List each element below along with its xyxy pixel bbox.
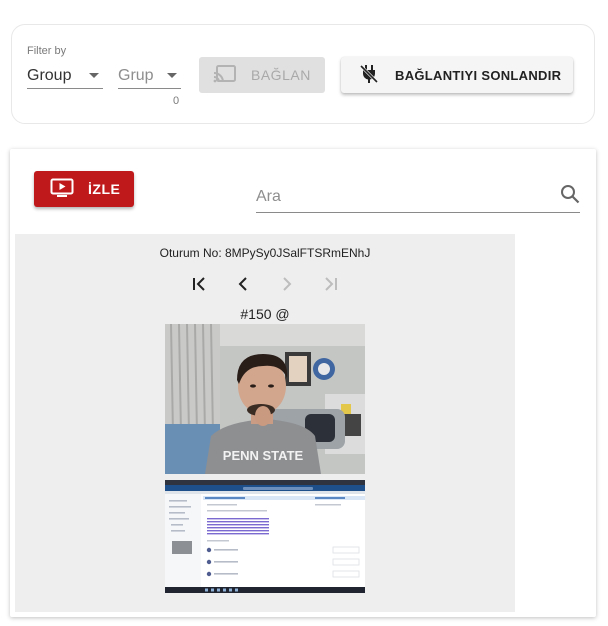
group-select[interactable]: Group [27, 63, 103, 89]
search-box [256, 181, 580, 213]
session-id: Oturum No: 8MPySy0JSalFTSRmENhJ [159, 246, 371, 260]
watch-button-label: İZLE [88, 181, 121, 197]
first-page-icon[interactable] [187, 272, 211, 296]
grup-select[interactable]: Grup [118, 63, 181, 89]
disconnect-button-label: BAĞLANTIYI SONLANDIR [395, 67, 562, 83]
group-select-value: Group [27, 66, 72, 84]
filter-card: Filter by Group Grup 0 BAĞLAN BAĞLANTIYI… [11, 24, 595, 124]
session-viewer: Oturum No: 8MPySy0JSalFTSRmENhJ #150 @ P… [15, 234, 515, 612]
search-input[interactable] [256, 187, 526, 206]
power-plug-off-icon [359, 64, 379, 87]
webcam-snapshot: PENN STATE [165, 324, 365, 474]
connect-button-label: BAĞLAN [251, 67, 311, 83]
chevron-right-icon[interactable] [275, 272, 299, 296]
frame-pager [187, 272, 343, 296]
tv-play-icon [50, 178, 74, 201]
watch-button[interactable]: İZLE [34, 171, 134, 207]
grup-count: 0 [173, 95, 180, 107]
session-card: İZLE Oturum No: 8MPySy0JSalFTSRmENhJ [10, 149, 596, 617]
caret-down-icon [167, 73, 177, 78]
chevron-left-icon[interactable] [231, 272, 255, 296]
grup-select-placeholder: Grup [118, 66, 154, 84]
screen-snapshot [165, 480, 365, 593]
caret-down-icon [89, 73, 99, 78]
search-icon[interactable] [560, 184, 580, 209]
filter-by-label: Filter by [27, 45, 67, 57]
connect-button[interactable]: BAĞLAN [199, 57, 325, 93]
last-page-icon[interactable] [319, 272, 343, 296]
shirt-print: PENN STATE [223, 448, 304, 463]
cast-icon [213, 64, 237, 87]
frame-label: #150 @ [240, 306, 290, 322]
disconnect-button[interactable]: BAĞLANTIYI SONLANDIR [341, 57, 573, 93]
